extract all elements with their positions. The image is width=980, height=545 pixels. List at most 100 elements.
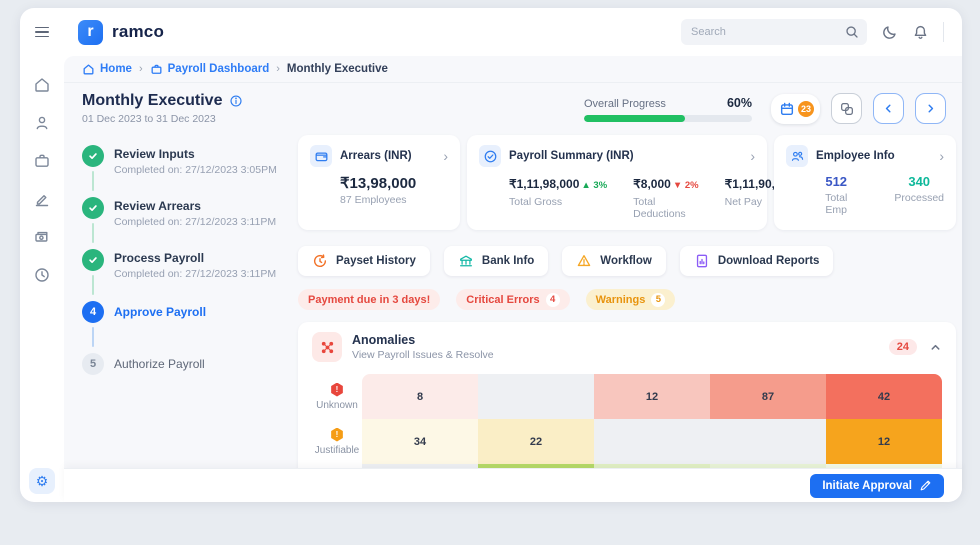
heatmap-cell[interactable] <box>478 374 594 419</box>
topbar: r ramco <box>20 8 962 56</box>
heatmap-grid: 8 12 87 42 34 22 12 3 5 <box>362 374 942 468</box>
user-icon <box>33 114 51 132</box>
bank-icon <box>458 253 474 269</box>
notifications-button[interactable] <box>912 24 929 41</box>
breadcrumb-current: Monthly Executive <box>287 63 388 75</box>
timeline-connector <box>92 327 94 347</box>
briefcase-icon <box>33 152 51 170</box>
chevron-up-icon <box>929 341 942 354</box>
alerts-row: Payment due in 3 days! Critical Errors 4… <box>298 289 956 310</box>
arrears-card[interactable]: Arrears (INR) › ₹13,98,000 87 Employees <box>298 135 460 230</box>
app-canvas: r ramco ⚙ <box>0 0 980 545</box>
anomaly-pattern-icon <box>319 339 336 356</box>
sidebar-item-home[interactable] <box>33 76 51 94</box>
heatmap-cell[interactable]: 12 <box>594 374 710 419</box>
settings-button[interactable]: ⚙ <box>29 468 55 494</box>
wallet-icon <box>314 149 329 164</box>
sidebar-item-approvals[interactable] <box>33 190 51 208</box>
warning-triangle-icon <box>576 253 592 269</box>
heatmap-cell[interactable]: 8 <box>362 374 478 419</box>
title-row: Monthly Executive 01 Dec 2023 to 31 Dec … <box>64 83 962 129</box>
delta-down: ▼ 2% <box>673 180 699 191</box>
home-icon <box>33 76 51 94</box>
payroll-summary-card[interactable]: Payroll Summary (INR) › ₹1,11,98,000▲ 3%… <box>467 135 767 230</box>
timeline-connector <box>92 223 94 243</box>
timeline-step-process-payroll[interactable]: Process PayrollCompleted on: 27/12/2023 … <box>82 249 298 301</box>
brand-name: ramco <box>112 22 164 42</box>
total-deductions-stat: ₹8,000▼ 2% Total Deductions <box>633 175 698 220</box>
progress-label: Overall Progress <box>584 98 666 110</box>
collapse-button[interactable] <box>929 341 942 354</box>
heatmap-cell[interactable] <box>594 419 710 464</box>
employee-info-card[interactable]: Employee Info › 512 Total Emp 340 Proces… <box>774 135 956 230</box>
arrears-value: ₹13,98,000 <box>340 174 448 192</box>
row-label-justifiable: ! Justifiable <box>312 419 362 464</box>
total-gross-stat: ₹1,11,98,000▲ 3% Total Gross <box>509 175 607 220</box>
sidebar-item-payroll[interactable] <box>33 152 51 170</box>
timeline-step-approve-payroll[interactable]: 4 Approve Payroll <box>82 301 298 353</box>
step-done-icon <box>82 249 104 271</box>
switch-view-button[interactable] <box>831 93 862 124</box>
switch-view-icon <box>839 101 855 117</box>
chevron-left-icon <box>882 102 895 115</box>
hamburger-menu-icon[interactable] <box>20 27 64 38</box>
history-icon <box>312 253 328 269</box>
sidebar-item-profile[interactable] <box>33 114 51 132</box>
dashboard-column: Arrears (INR) › ₹13,98,000 87 Employees … <box>298 135 956 468</box>
step-number-badge: 5 <box>82 353 104 375</box>
breadcrumb-label: Payroll Dashboard <box>168 63 270 75</box>
progress-percent: 60% <box>727 96 752 110</box>
heatmap-cell[interactable]: 12 <box>826 419 942 464</box>
download-reports-button[interactable]: Download Reports <box>680 246 834 276</box>
progress-track <box>584 115 752 122</box>
heatmap-cell[interactable]: 42 <box>826 374 942 419</box>
chevron-right-icon[interactable]: › <box>939 149 944 163</box>
heatmap-cell[interactable]: 87 <box>710 374 826 419</box>
timeline-step-review-arrears[interactable]: Review ArrearsCompleted on: 27/12/2023 3… <box>82 197 298 249</box>
timeline-connector <box>92 171 94 191</box>
home-icon <box>82 63 95 76</box>
total-emp-stat: 512 Total Emp <box>820 174 852 216</box>
calendar-button[interactable]: 23 <box>771 94 820 124</box>
next-period-button[interactable] <box>915 93 946 124</box>
chevron-right-icon[interactable]: › <box>750 149 755 163</box>
topbar-divider <box>943 22 944 42</box>
heatmap-cell[interactable]: 34 <box>362 419 478 464</box>
severity-hexagon-icon: ! <box>331 383 344 397</box>
brand: r ramco <box>78 20 164 45</box>
step-number-badge: 4 <box>82 301 104 323</box>
warnings-alert[interactable]: Warnings 5 <box>586 289 676 310</box>
moon-icon <box>881 24 898 41</box>
progress-fill <box>584 115 685 122</box>
breadcrumb-home[interactable]: Home <box>82 63 132 76</box>
app-window: r ramco ⚙ <box>20 8 962 502</box>
previous-period-button[interactable] <box>873 93 904 124</box>
critical-errors-alert[interactable]: Critical Errors 4 <box>456 289 569 310</box>
payment-due-alert[interactable]: Payment due in 3 days! <box>298 289 440 310</box>
timeline-step-review-inputs[interactable]: Review InputsCompleted on: 27/12/2023 3:… <box>82 145 298 197</box>
heatmap-cell[interactable] <box>710 419 826 464</box>
main-grid: Review InputsCompleted on: 27/12/2023 3:… <box>64 129 962 468</box>
row-label-unknown: ! Unknown <box>312 374 362 419</box>
severity-hexagon-icon: ! <box>331 428 344 442</box>
report-icon <box>694 253 710 269</box>
workflow-button[interactable]: Workflow <box>562 246 666 276</box>
check-circle-icon <box>483 149 498 164</box>
sidebar-item-history[interactable] <box>33 266 51 284</box>
briefcase-icon <box>150 63 163 76</box>
heatmap-cell[interactable]: 22 <box>478 419 594 464</box>
search-icon[interactable] <box>844 24 860 40</box>
initiate-approval-button[interactable]: Initiate Approval <box>810 474 944 498</box>
sidebar-item-payments[interactable] <box>33 228 51 246</box>
bank-info-button[interactable]: Bank Info <box>444 246 548 276</box>
dark-mode-button[interactable] <box>881 24 898 41</box>
search-input[interactable] <box>681 19 867 45</box>
page-date-range: 01 Dec 2023 to 31 Dec 2023 <box>82 113 243 125</box>
timeline-step-authorize-payroll[interactable]: 5 Authorize Payroll <box>82 353 298 383</box>
breadcrumb-payroll-dashboard[interactable]: Payroll Dashboard <box>150 63 270 76</box>
payset-history-button[interactable]: Payset History <box>298 246 430 276</box>
info-icon[interactable] <box>229 94 243 108</box>
timeline-connector <box>92 275 94 295</box>
chevron-right-icon[interactable]: › <box>443 149 448 163</box>
breadcrumb-separator: › <box>139 63 143 75</box>
